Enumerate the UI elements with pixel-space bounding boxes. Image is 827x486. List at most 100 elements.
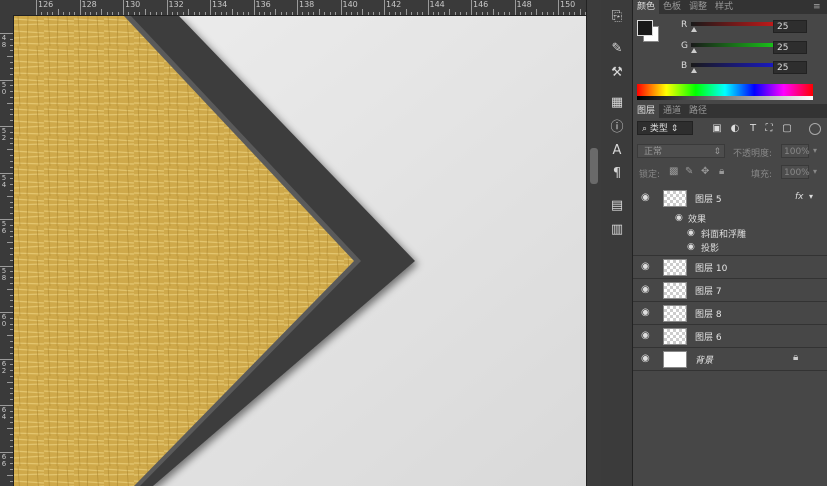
channel-value-g[interactable]: 25 (773, 41, 807, 54)
lock-image-icon[interactable]: ✎ (685, 166, 693, 177)
ruler-horizontal[interactable]: 126 128 130 132 134 136 138 140 142 144 146 148 150 (0, 0, 586, 16)
channel-value-r[interactable]: 25 (773, 20, 807, 33)
layer-row-10[interactable]: ◉ 图层 10 (633, 256, 827, 279)
fill-dropdown-icon[interactable]: ▾ (813, 167, 817, 176)
filter-adjustment-icon[interactable]: ◐ (729, 123, 741, 135)
filter-pixel-icon[interactable]: ▣ (711, 123, 723, 135)
ruler-tick (106, 12, 108, 15)
ruler-tick (536, 9, 538, 15)
layer-name[interactable]: 图层 7 (695, 284, 722, 297)
ruler-label: 150 (560, 0, 576, 9)
filter-shape-icon[interactable]: ⛶ (763, 123, 775, 135)
filter-smart-object-icon[interactable]: ▢ (781, 123, 793, 135)
panel-menu-icon[interactable]: ≡ (813, 2, 821, 12)
tab-adjustments[interactable]: 调整 (685, 0, 711, 14)
layer-name[interactable]: 图层 8 (695, 307, 722, 320)
ruler-tick (509, 12, 511, 15)
layer-name[interactable]: 图层 6 (695, 330, 722, 343)
filter-type-icon[interactable]: T (747, 123, 759, 135)
shadow-eye-icon[interactable]: ◉ (687, 242, 695, 252)
ruler-tick (471, 0, 472, 15)
ruler-tick (563, 12, 565, 15)
channel-label-r: R (681, 20, 688, 30)
layer-row-7[interactable]: ◉ 图层 7 (633, 279, 827, 302)
ruler-tick (10, 67, 13, 69)
opacity-dropdown-icon[interactable]: ▾ (813, 146, 817, 155)
lock-transparent-icon[interactable]: ▩ (669, 166, 678, 177)
ruler-tick (10, 439, 13, 441)
bevel-eye-icon[interactable]: ◉ (687, 228, 695, 238)
tab-channels[interactable]: 通道 (659, 104, 685, 118)
scrollbar-thumb[interactable] (590, 148, 598, 184)
ruler-tick (10, 50, 13, 52)
ruler-label: 130 (125, 0, 141, 9)
history-icon[interactable]: ⎘ (607, 8, 627, 26)
blend-mode-select[interactable]: 正常 ⇕ (637, 144, 725, 158)
filter-toggle-icon[interactable] (809, 123, 821, 135)
layer-name[interactable]: 背景 (695, 353, 713, 366)
visibility-eye-icon[interactable]: ◉ (641, 307, 650, 318)
layer-row-6[interactable]: ◉ 图层 6 (633, 325, 827, 348)
tab-styles[interactable]: 样式 (711, 0, 737, 14)
visibility-eye-icon[interactable]: ◉ (641, 284, 650, 295)
layer-name[interactable]: 图层 10 (695, 261, 727, 274)
ruler-tick (10, 393, 13, 395)
lock-position-icon[interactable]: ✥ (701, 166, 709, 177)
layer-row-5[interactable]: ◉ 图层 5 fx ▾ ◉ 效果 ◉ 斜面和浮雕 ◉ 投影 (633, 187, 827, 256)
expand-effects-icon[interactable]: ▾ (809, 192, 813, 201)
vertical-scrollbar[interactable] (586, 0, 601, 486)
info-icon[interactable]: ⓘ (607, 119, 627, 137)
effects-eye-icon[interactable]: ◉ (675, 213, 683, 223)
slider-handle-g[interactable] (691, 48, 697, 53)
effect-drop-shadow[interactable]: 投影 (701, 241, 719, 254)
fill-input[interactable]: 100% (781, 165, 810, 179)
lock-icon: 🔒︎ (793, 352, 799, 363)
layer-filter-select[interactable]: ⌕ 类型 ⇕ (637, 121, 693, 135)
ruler-tick (438, 12, 440, 15)
ruler-tick (318, 9, 320, 15)
grayscale-ramp[interactable] (637, 96, 813, 100)
ruler-tick (7, 381, 13, 383)
tool-preset-icon[interactable]: ⚒ (607, 64, 627, 82)
layer-name[interactable]: 图层 5 (695, 192, 722, 205)
ruler-tick (269, 12, 271, 15)
tab-swatches[interactable]: 色板 (659, 0, 685, 14)
tab-paths[interactable]: 路径 (685, 104, 711, 118)
document-canvas[interactable] (14, 16, 586, 486)
ruler-tick (10, 137, 13, 139)
swatch-icon[interactable]: ▦ (607, 94, 627, 112)
ruler-tick (0, 265, 13, 267)
ruler-tick (264, 12, 266, 15)
ruler-vertical[interactable]: 48 50 52 54 56 58 60 62 64 66 (0, 15, 14, 486)
visibility-eye-icon[interactable]: ◉ (641, 330, 650, 341)
notes-icon[interactable]: ▥ (607, 221, 627, 239)
opacity-input[interactable]: 100% (781, 144, 810, 158)
color-spectrum[interactable] (637, 84, 813, 96)
ruler-tick (329, 12, 331, 15)
lock-all-icon[interactable]: 🔒︎ (719, 166, 724, 177)
paragraph-icon[interactable]: ¶ (607, 165, 627, 183)
visibility-eye-icon[interactable]: ◉ (641, 353, 650, 364)
fx-icon[interactable]: fx (795, 192, 804, 202)
layers-panel-tabs: 图层 通道 路径 (633, 104, 827, 118)
slider-handle-b[interactable] (691, 68, 697, 73)
tab-color[interactable]: 颜色 (633, 0, 660, 14)
layer-row-8[interactable]: ◉ 图层 8 (633, 302, 827, 325)
ruler-tick (63, 12, 65, 15)
visibility-eye-icon[interactable]: ◉ (641, 192, 650, 203)
slider-handle-r[interactable] (691, 27, 697, 32)
ruler-tick (405, 9, 407, 15)
ruler-tick (541, 12, 543, 15)
tab-layers[interactable]: 图层 (633, 104, 660, 118)
layers-empty-area (633, 371, 827, 486)
effect-bevel-emboss[interactable]: 斜面和浮雕 (701, 227, 746, 240)
layer-comps-icon[interactable]: ▤ (607, 197, 627, 215)
channel-value-b[interactable]: 25 (773, 61, 807, 74)
foreground-color-swatch[interactable] (637, 20, 653, 36)
visibility-eye-icon[interactable]: ◉ (641, 261, 650, 272)
character-icon[interactable]: A (607, 142, 627, 160)
ruler-tick (519, 12, 521, 15)
brush-preset-icon[interactable]: ✎ (607, 40, 627, 58)
canvas-artwork (14, 16, 586, 486)
layer-row-background[interactable]: ◉ 背景 🔒︎ (633, 348, 827, 371)
